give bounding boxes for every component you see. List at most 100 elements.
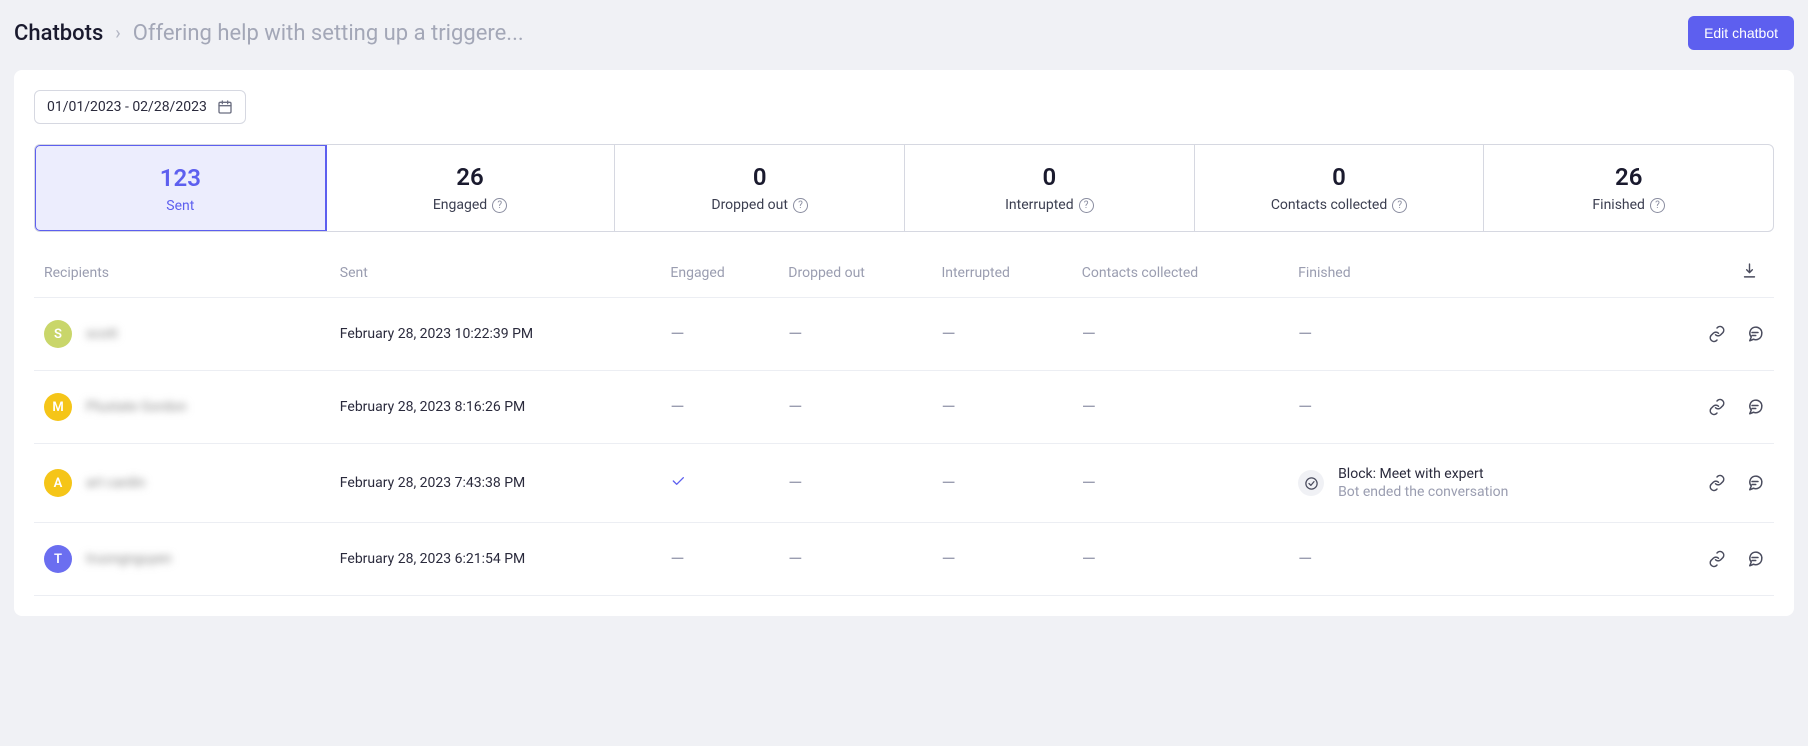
table-row: Sscott February 28, 2023 10:22:39 PM — — — — — <box>34 298 1774 371</box>
cell-dropped: — <box>778 523 931 596</box>
cell-finished: Block: Meet with expert Bot ended the con… <box>1288 444 1653 523</box>
help-icon[interactable]: ? <box>1650 198 1665 213</box>
help-icon[interactable]: ? <box>1079 198 1094 213</box>
chat-icon[interactable] <box>1746 325 1764 343</box>
col-finished: Finished <box>1288 250 1653 298</box>
cell-dropped: — <box>778 444 931 523</box>
dash-icon: — <box>788 549 802 570</box>
sent-time: February 28, 2023 7:43:38 PM <box>330 444 661 523</box>
dash-icon: — <box>1298 397 1312 418</box>
cell-interrupted: — <box>931 523 1071 596</box>
avatar: S <box>44 320 72 348</box>
recipient-name[interactable]: scott <box>86 326 118 342</box>
dash-icon: — <box>670 324 684 345</box>
dash-icon: — <box>1298 324 1312 345</box>
cell-dropped: — <box>778 298 931 371</box>
recipient-name[interactable]: art cardin <box>86 475 145 491</box>
cell-interrupted: — <box>931 298 1071 371</box>
chat-icon[interactable] <box>1746 474 1764 492</box>
cell-contacts: — <box>1072 371 1288 444</box>
stats-tabs: 123 Sent 26 Engaged? 0 Dropped out? 0 Interrupt… <box>34 144 1774 232</box>
stat-label: Engaged? <box>433 197 507 213</box>
date-range-value: 01/01/2023 - 02/28/2023 <box>47 99 207 115</box>
dash-icon: — <box>670 549 684 570</box>
cell-contacts: — <box>1072 523 1288 596</box>
stat-tab-dropped-out[interactable]: 0 Dropped out? <box>615 145 905 231</box>
chat-icon[interactable] <box>1746 398 1764 416</box>
link-icon[interactable] <box>1708 398 1726 416</box>
avatar: T <box>44 545 72 573</box>
dash-icon: — <box>1082 473 1096 494</box>
breadcrumb-root[interactable]: Chatbots <box>14 21 103 46</box>
finished-title: Block: Meet with expert <box>1338 466 1508 482</box>
recipients-table: Recipients Sent Engaged Dropped out Inte… <box>34 250 1774 596</box>
chat-icon[interactable] <box>1746 550 1764 568</box>
chevron-right-icon: › <box>115 23 120 44</box>
col-sent: Sent <box>330 250 661 298</box>
link-icon[interactable] <box>1708 325 1726 343</box>
stat-tab-contacts-collected[interactable]: 0Contacts collected? <box>1195 145 1485 231</box>
avatar: M <box>44 393 72 421</box>
link-icon[interactable] <box>1708 550 1726 568</box>
dash-icon: — <box>788 324 802 345</box>
help-icon[interactable]: ? <box>1392 198 1407 213</box>
date-range-picker[interactable]: 01/01/2023 - 02/28/2023 <box>34 90 246 124</box>
dash-icon: — <box>941 397 955 418</box>
dash-icon: — <box>1082 324 1096 345</box>
stat-label: Interrupted? <box>1005 197 1094 213</box>
breadcrumb-current: Offering help with setting up a triggere… <box>133 21 524 46</box>
dash-icon: — <box>788 473 802 494</box>
check-icon <box>670 473 686 489</box>
recipient-name[interactable]: Plustate Gordon <box>86 399 187 415</box>
col-engaged: Engaged <box>660 250 778 298</box>
stat-label: Sent <box>166 198 194 214</box>
dash-icon: — <box>941 324 955 345</box>
avatar: A <box>44 469 72 497</box>
cell-interrupted: — <box>931 371 1071 444</box>
dash-icon: — <box>1082 397 1096 418</box>
stat-tab-interrupted[interactable]: 0 Interrupted? <box>905 145 1195 231</box>
cell-finished: — <box>1288 298 1653 371</box>
col-dropped: Dropped out <box>778 250 931 298</box>
cell-contacts: — <box>1072 444 1288 523</box>
dash-icon: — <box>788 397 802 418</box>
dash-icon: — <box>941 549 955 570</box>
finished-sub: Bot ended the conversation <box>1338 484 1508 500</box>
col-recipients: Recipients <box>34 250 330 298</box>
finished-badge-icon <box>1298 470 1324 496</box>
edit-chatbot-button[interactable]: Edit chatbot <box>1688 16 1794 50</box>
stat-value: 0 <box>915 163 1184 191</box>
sent-time: February 28, 2023 6:21:54 PM <box>330 523 661 596</box>
stat-value: 0 <box>1205 163 1474 191</box>
table-row: M Plustate Gordon February 28, 2023 8:16:2… <box>34 371 1774 444</box>
help-icon[interactable]: ? <box>793 198 808 213</box>
sent-time: February 28, 2023 8:16:26 PM <box>330 371 661 444</box>
dash-icon: — <box>941 473 955 494</box>
download-icon[interactable] <box>1741 262 1758 283</box>
cell-engaged: — <box>660 371 778 444</box>
stat-label: Dropped out? <box>711 197 808 213</box>
stat-tab-engaged[interactable]: 26 Engaged? <box>326 145 616 231</box>
dash-icon: — <box>670 397 684 418</box>
col-interrupted: Interrupted <box>931 250 1071 298</box>
stat-value: 26 <box>336 163 605 191</box>
link-icon[interactable] <box>1708 474 1726 492</box>
stat-value: 0 <box>625 163 894 191</box>
stat-value: 123 <box>46 164 315 192</box>
cell-engaged: — <box>660 523 778 596</box>
cell-interrupted: — <box>931 444 1071 523</box>
stat-tab-sent[interactable]: 123 Sent <box>34 144 327 232</box>
recipient-name[interactable]: truongnguyen <box>86 551 172 567</box>
col-contacts: Contacts collected <box>1072 250 1288 298</box>
help-icon[interactable]: ? <box>492 198 507 213</box>
cell-finished: — <box>1288 371 1653 444</box>
table-row: Ttruongnguyen February 28, 2023 6:21:54 P… <box>34 523 1774 596</box>
cell-finished: — <box>1288 523 1653 596</box>
cell-engaged <box>660 444 778 523</box>
dash-icon: — <box>1082 549 1096 570</box>
calendar-icon <box>217 99 233 115</box>
stat-tab-finished[interactable]: 26Finished? <box>1484 145 1773 231</box>
cell-contacts: — <box>1072 298 1288 371</box>
stat-label: Finished? <box>1592 197 1665 213</box>
sent-time: February 28, 2023 10:22:39 PM <box>330 298 661 371</box>
